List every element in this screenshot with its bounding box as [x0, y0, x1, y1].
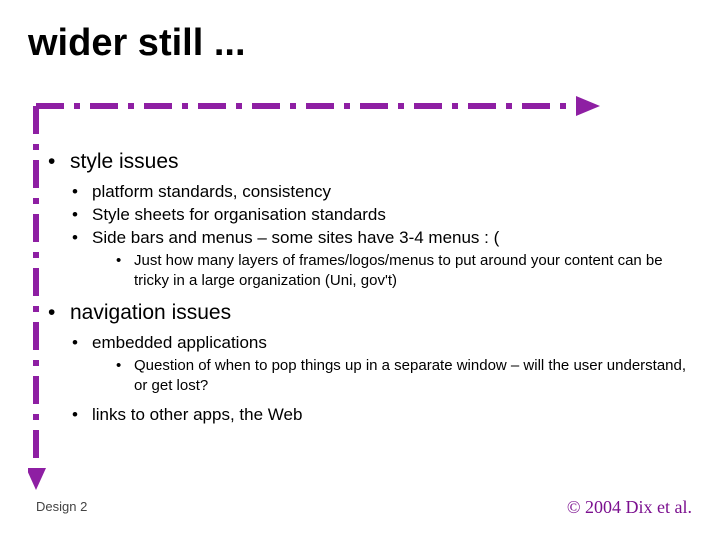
bullet-l1: navigation issues: [48, 301, 688, 325]
slide: wider still ... style issues platform st…: [0, 0, 720, 540]
bullet-l1: style issues: [48, 150, 688, 174]
footer-left: Design 2: [36, 499, 87, 514]
slide-title: wider still ...: [28, 22, 246, 65]
bullet-l3: Just how many layers of frames/logos/men…: [116, 251, 688, 292]
bullet-l2: platform standards, consistency: [72, 182, 688, 202]
bullet-l2: Side bars and menus – some sites have 3-…: [72, 228, 688, 248]
bullet-l2: links to other apps, the Web: [72, 405, 688, 425]
bullet-l2: embedded applications: [72, 333, 688, 353]
bullet-l2: Style sheets for organisation standards: [72, 205, 688, 225]
footer-right: © 2004 Dix et al.: [567, 497, 692, 518]
bullet-l3: Question of when to pop things up in a s…: [116, 356, 688, 397]
content-area: style issues platform standards, consist…: [48, 150, 688, 428]
